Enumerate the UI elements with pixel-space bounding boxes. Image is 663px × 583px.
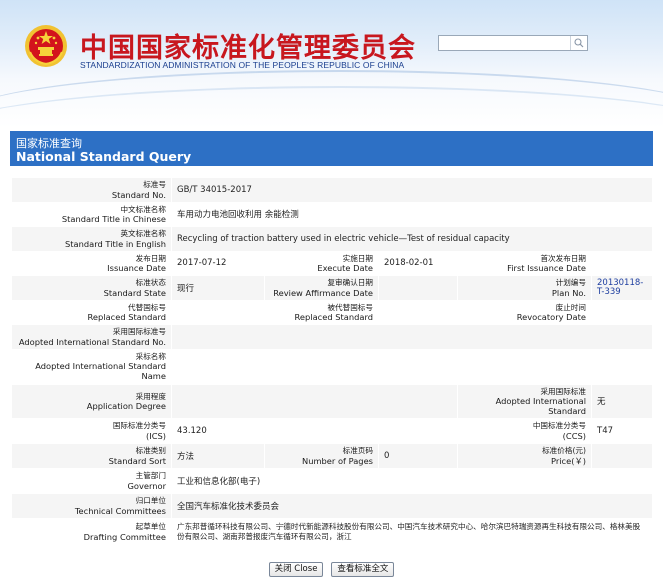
field-label: 中国标准分类号 (CCS): [457, 418, 592, 444]
query-section-bar: 国家标准查询 National Standard Query: [10, 131, 653, 166]
query-title-en: National Standard Query: [16, 149, 192, 164]
standard-state-value: 现行: [171, 275, 265, 301]
field-label: 国际标准分类号 (ICS): [11, 418, 172, 444]
table-row: 归口单位 Technical Committees 全国汽车标准化技术委员会: [11, 493, 654, 519]
number-of-pages-value: 0: [378, 443, 458, 469]
replaced-by-value: [378, 299, 458, 325]
replaced-standard-value: [171, 299, 265, 325]
drafting-committee-value: 广东邦普循环科技有限公司、宁德时代新能源科技股份有限公司、中国汽车技术研究中心、…: [170, 518, 654, 546]
field-label: 主管部门 Governor: [11, 468, 172, 494]
field-label: 标准号 Standard No.: [11, 177, 172, 203]
field-label: 采标名称 Adopted International Standard Name: [11, 348, 172, 385]
plan-no-value: 20130118-T-339: [590, 275, 654, 301]
table-row: 代替国标号 Replaced Standard 被代替国标号 Replaced St…: [11, 299, 654, 325]
field-label: 标准状态 Standard State: [11, 275, 172, 301]
standard-no-value: GB/T 34015-2017: [170, 177, 654, 203]
revocatory-date-value: [590, 299, 654, 325]
table-row: 中文标准名称 Standard Title in Chinese 车用动力电池回收…: [11, 201, 654, 227]
application-degree-value: [171, 383, 458, 419]
close-button[interactable]: 关闭 Close: [268, 562, 324, 577]
standard-detail-table: 标准号 Standard No. GB/T 34015-2017 中文标准名称 St…: [11, 177, 654, 546]
table-row: 主管部门 Governor 工业和信息化部(电子): [11, 468, 654, 494]
table-row: 起草单位 Drafting Committee 广东邦普循环科技有限公司、宁德时代…: [11, 518, 654, 546]
field-label: 采用国际标准号 Adopted International Standard No…: [11, 324, 172, 350]
field-label: 采用国际标准 Adopted International Standard: [457, 383, 592, 419]
field-label: 计划编号 Plan No.: [457, 275, 592, 301]
governor-value: 工业和信息化部(电子): [170, 468, 654, 494]
first-issuance-date-value: [590, 250, 654, 276]
search-icon: [574, 38, 584, 48]
title-cn-value: 车用动力电池回收利用 余能检测: [170, 201, 654, 227]
field-label: 发布日期 Issuance Date: [11, 250, 172, 276]
adopted-intl-name-value: [170, 348, 654, 385]
field-label: 标准类别 Standard Sort: [11, 443, 172, 469]
table-row: 英文标准名称 Standard Title in English Recyclin…: [11, 226, 654, 252]
table-row: 采用程度 Application Degree 采用国际标准 Adopted Int…: [11, 383, 654, 419]
field-label: 标准价格(元) Price(￥): [457, 443, 592, 469]
field-label: 标准页码 Number of Pages: [264, 443, 379, 469]
ics-value: 43.120: [171, 418, 458, 444]
technical-committees-value: 全国汽车标准化技术委员会: [170, 493, 654, 519]
field-label: 首次发布日期 First Issuance Date: [457, 250, 592, 276]
table-row: 发布日期 Issuance Date 2017-07-12 实施日期 Execute…: [11, 250, 654, 276]
table-row: 国际标准分类号 (ICS) 43.120 中国标准分类号 (CCS) T47: [11, 418, 654, 444]
review-date-value: [378, 275, 458, 301]
table-row: 采用国际标准号 Adopted International Standard No…: [11, 324, 654, 350]
field-label: 中文标准名称 Standard Title in Chinese: [11, 201, 172, 227]
standard-sort-value: 方法: [171, 443, 265, 469]
field-label: 代替国标号 Replaced Standard: [11, 299, 172, 325]
ccs-value: T47: [590, 418, 654, 444]
field-label: 复审确认日期 Review Affirmance Date: [264, 275, 379, 301]
adopted-intl-standard-value: 无: [590, 383, 654, 419]
search-input[interactable]: [438, 35, 588, 51]
header-banner: 中国国家标准化管理委员会 STANDARDIZATION ADMINISTRAT…: [0, 0, 663, 128]
issuance-date-value: 2017-07-12: [171, 250, 265, 276]
national-emblem-icon: [25, 25, 67, 67]
field-label: 废止时间 Revocatory Date: [457, 299, 592, 325]
field-label: 被代替国标号 Replaced Standard: [264, 299, 379, 325]
title-en-value: Recycling of traction battery used in el…: [170, 226, 654, 252]
action-buttons: 关闭 Close 查看标准全文: [0, 562, 663, 578]
table-row: 标准类别 Standard Sort 方法 标准页码 Number of Pages…: [11, 443, 654, 469]
table-row: 标准号 Standard No. GB/T 34015-2017: [11, 177, 654, 203]
table-row: 标准状态 Standard State 现行 复审确认日期 Review Affir…: [11, 275, 654, 301]
field-label: 归口单位 Technical Committees: [11, 493, 172, 519]
field-label: 英文标准名称 Standard Title in English: [11, 226, 172, 252]
view-full-text-button[interactable]: 查看标准全文: [331, 562, 395, 577]
price-value: [590, 443, 654, 469]
table-row: 采标名称 Adopted International Standard Name: [11, 348, 654, 385]
search-button[interactable]: [570, 36, 587, 50]
site-title-en: STANDARDIZATION ADMINISTRATION OF THE PE…: [80, 60, 405, 70]
field-label: 起草单位 Drafting Committee: [11, 518, 172, 546]
adopted-intl-no-value: [170, 324, 654, 350]
execute-date-value: 2018-02-01: [378, 250, 458, 276]
field-label: 实施日期 Execute Date: [264, 250, 379, 276]
field-label: 采用程度 Application Degree: [11, 383, 172, 419]
